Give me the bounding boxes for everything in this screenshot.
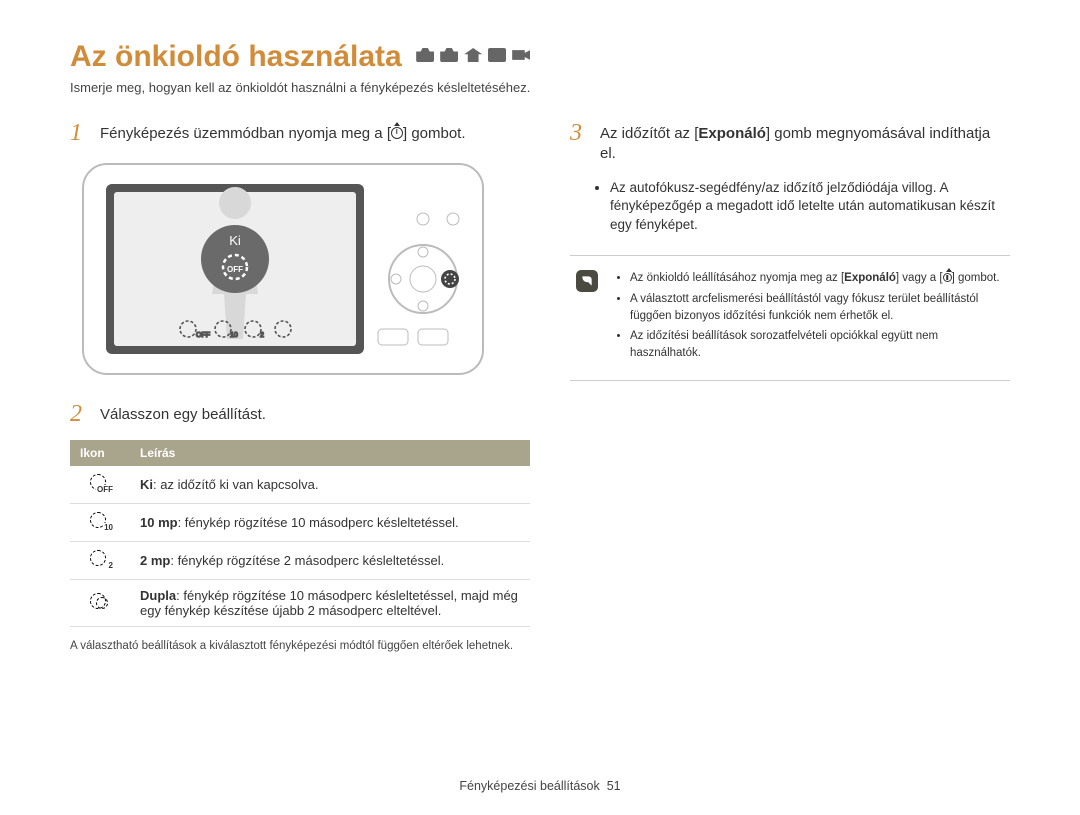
step3-before: Az időzítőt az [ (600, 125, 698, 142)
left-column: 1 Fényképezés üzemmódban nyomja meg a []… (70, 121, 530, 655)
timer-off-icon: OFF (90, 474, 110, 492)
note-box: Az önkioldó leállításához nyomja meg az … (570, 255, 1010, 380)
page-title: Az önkioldó használata (70, 40, 402, 74)
table-header-desc: Leírás (130, 440, 530, 466)
mode-icon-video (512, 48, 530, 62)
table-row: 10 10 mp: fénykép rögzítése 10 másodperc… (70, 504, 530, 542)
step3-bullets: Az autofókusz-segédfény/az időzítő jelző… (586, 179, 1010, 236)
table-row: OFF Ki: az időzítő ki van kapcsolva. (70, 466, 530, 504)
footer-label: Fényképezési beállítások (459, 779, 599, 793)
note1-after: ] vagy a [ (896, 272, 943, 284)
table-row: Dupla: fénykép rögzítése 10 másodperc ké… (70, 580, 530, 627)
timer-icon (943, 273, 952, 282)
step-number: 2 (70, 402, 88, 426)
opt-title: 2 mp (140, 553, 170, 568)
svg-text:OFF: OFF (196, 332, 210, 339)
table-footnote: A választható beállítások a kiválasztott… (70, 639, 530, 655)
options-table: Ikon Leírás OFF Ki: az időzítő ki van ka… (70, 440, 530, 627)
step-1: 1 Fényképezés üzemmódban nyomja meg a []… (70, 121, 530, 145)
opt-title: Ki (140, 477, 153, 492)
timer-2s-icon: 2 (90, 550, 110, 568)
footer-page: 51 (607, 779, 621, 793)
timer-double-icon (90, 593, 110, 611)
step-text: Az időzítőt az [Exponáló] gomb megnyomás… (600, 121, 1010, 165)
list-item: Az önkioldó leállításához nyomja meg az … (630, 270, 1004, 287)
page-footer: Fényképezési beállítások 51 (0, 779, 1080, 793)
list-item: Az időzítési beállítások sorozatfelvétel… (630, 328, 1004, 361)
opt-desc: : fénykép rögzítése 2 másodperc késlelte… (170, 553, 444, 568)
step-3: 3 Az időzítőt az [Exponáló] gomb megnyom… (570, 121, 1010, 165)
mode-icon-smart (416, 48, 434, 62)
step-number: 3 (570, 121, 588, 165)
mode-icon-program (440, 48, 458, 62)
step1-after: ] gombot. (403, 125, 466, 142)
step-2: 2 Válasszon egy beállítást. (70, 402, 530, 426)
step3-bold: Exponáló (698, 125, 766, 142)
step-text: Fényképezés üzemmódban nyomja meg a [ ] g… (100, 121, 466, 145)
opt-desc: : az időzítő ki van kapcsolva. (153, 477, 318, 492)
list-item: A választott arcfelismerési beállítástól… (630, 291, 1004, 324)
opt-desc: : fénykép rögzítése 10 másodperc késlelt… (178, 515, 459, 530)
opt-title: 10 mp (140, 515, 178, 530)
page-subtitle: Ismerje meg, hogyan kell az önkioldót ha… (70, 80, 1010, 95)
svg-text:2: 2 (260, 332, 264, 339)
mode-icon-scene (488, 48, 506, 62)
step-text: Válasszon egy beállítást. (100, 402, 266, 426)
note1-tail: ] gombot. (952, 272, 1000, 284)
mode-icon-livepanorama (464, 48, 482, 62)
mode-icons-row (416, 48, 530, 62)
table-header-icon: Ikon (70, 440, 130, 466)
camera-display-ki-label: Ki (229, 233, 241, 248)
camera-display-off-label: OFF (227, 265, 243, 274)
right-column: 3 Az időzítőt az [Exponáló] gomb megnyom… (570, 121, 1010, 655)
opt-desc: : fénykép rögzítése 10 másodperc késlelt… (140, 588, 518, 618)
svg-text:10: 10 (230, 332, 238, 339)
timer-icon (391, 127, 403, 139)
opt-title: Dupla (140, 588, 176, 603)
table-row: 2 2 mp: fénykép rögzítése 2 másodperc ké… (70, 542, 530, 580)
step-number: 1 (70, 121, 88, 145)
list-item: Az autofókusz-segédfény/az időzítő jelző… (610, 179, 1010, 236)
note1-bold: Exponáló (844, 272, 896, 284)
camera-illustration: Ki OFF OFF 10 2 (78, 159, 530, 384)
note1-before: Az önkioldó leállításához nyomja meg az … (630, 272, 844, 284)
step1-before: Fényképezés üzemmódban nyomja meg a [ (100, 125, 391, 142)
timer-10s-icon: 10 (90, 512, 110, 530)
note-icon (576, 270, 598, 292)
